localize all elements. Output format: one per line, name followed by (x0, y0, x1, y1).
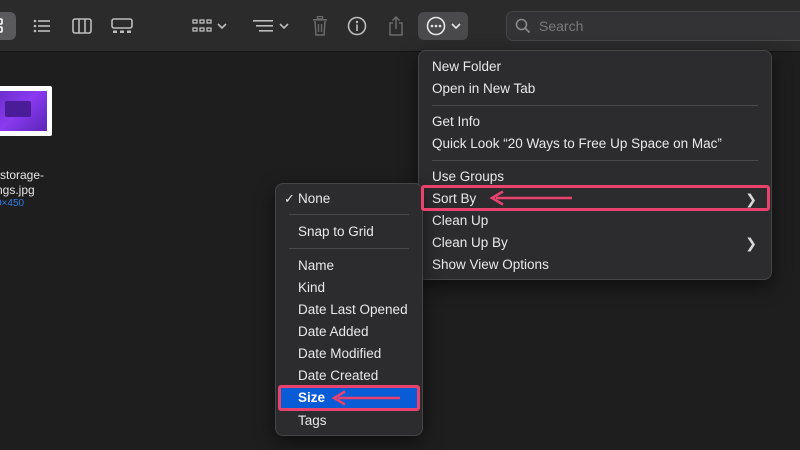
group-grid-icon (191, 19, 212, 32)
menu-item-clean-up-by[interactable]: Clean Up By ❯ (423, 232, 767, 254)
submenu-item-date-last-opened[interactable]: Date Last Opened (280, 299, 418, 321)
list-view-icon (33, 19, 50, 33)
list-view-button[interactable] (28, 12, 56, 40)
column-view-icon (72, 18, 92, 34)
search-input[interactable] (539, 18, 779, 34)
menu-item-clean-up[interactable]: Clean Up (423, 210, 767, 232)
submenu-item-tags[interactable]: Tags (280, 410, 418, 432)
submenu-item-date-created[interactable]: Date Created (280, 365, 418, 387)
chevron-right-icon: ❯ (745, 235, 757, 251)
gallery-view-icon (111, 18, 133, 33)
submenu-item-none[interactable]: ✓ None (280, 188, 418, 210)
menu-separator (432, 105, 758, 106)
search-icon (515, 18, 531, 34)
menu-item-new-folder[interactable]: New Folder (423, 56, 767, 78)
file-dimensions: 0×450 (0, 198, 25, 209)
info-icon (347, 16, 367, 36)
finder-toolbar (0, 0, 800, 52)
submenu-item-kind[interactable]: Kind (280, 277, 418, 299)
submenu-item-date-modified[interactable]: Date Modified (280, 343, 418, 365)
sort-by-button[interactable] (248, 12, 292, 40)
gallery-view-button[interactable] (108, 12, 136, 40)
file-thumbnail[interactable] (0, 86, 52, 136)
get-info-button[interactable] (345, 12, 369, 40)
file-name-label[interactable]: -storage- ngs.jpg (0, 168, 66, 198)
arrow-annotation-icon (331, 390, 400, 406)
icon-view-button[interactable] (0, 12, 16, 40)
ellipsis-circle-icon (426, 16, 445, 36)
submenu-item-snap-to-grid[interactable]: Snap to Grid (280, 221, 418, 243)
share-button[interactable] (384, 12, 408, 40)
submenu-item-date-added[interactable]: Date Added (280, 321, 418, 343)
more-actions-button[interactable] (418, 12, 468, 40)
checkmark-icon: ✓ (284, 191, 295, 206)
trash-icon (313, 16, 327, 36)
menu-separator (432, 160, 758, 161)
menu-separator (289, 214, 409, 215)
menu-item-show-view-options[interactable]: Show View Options (423, 254, 767, 276)
arrow-annotation-icon (489, 190, 572, 206)
submenu-item-name[interactable]: Name (280, 255, 418, 277)
chevron-down-icon (450, 23, 461, 30)
more-actions-menu: New Folder Open in New Tab Get Info Quic… (418, 50, 772, 280)
search-field[interactable] (506, 11, 800, 41)
group-by-button[interactable] (188, 12, 230, 40)
sort-lines-icon (252, 20, 273, 32)
menu-item-get-info[interactable]: Get Info (423, 111, 767, 133)
highlight-box-sort-by (421, 185, 770, 211)
trash-button[interactable] (308, 12, 332, 40)
share-icon (389, 16, 403, 36)
chevron-down-icon (278, 23, 289, 30)
menu-item-open-in-new-tab[interactable]: Open in New Tab (423, 78, 767, 100)
thumbnail-image (0, 91, 47, 131)
menu-item-label: None (298, 191, 331, 206)
column-view-button[interactable] (68, 12, 96, 40)
menu-separator (289, 248, 409, 249)
chevron-down-icon (216, 23, 227, 30)
icon-view-icon (0, 18, 3, 33)
menu-item-quick-look[interactable]: Quick Look “20 Ways to Free Up Space on … (423, 133, 767, 155)
menu-item-label: Clean Up By (432, 235, 508, 250)
